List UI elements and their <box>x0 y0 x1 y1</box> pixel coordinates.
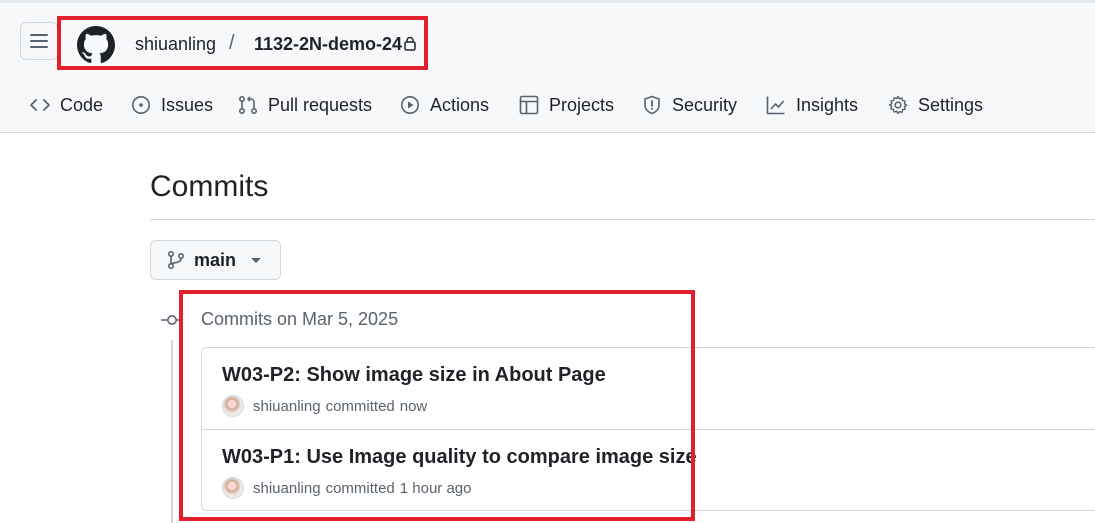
tab-code[interactable]: Code <box>30 88 103 122</box>
commit-meta: shiuanling committed now <box>222 395 427 417</box>
graph-icon <box>766 96 785 115</box>
issue-opened-icon <box>132 96 150 114</box>
commit-author-link[interactable]: shiuanling <box>253 480 321 497</box>
commit-title-link[interactable]: W03-P2: Show image size in About Page <box>222 364 606 387</box>
tab-label: Actions <box>430 94 490 115</box>
gear-icon <box>888 95 908 115</box>
tab-label: Security <box>672 94 738 115</box>
git-commit-icon <box>161 315 183 325</box>
tab-issues[interactable]: Issues <box>131 88 213 122</box>
tab-actions[interactable]: Actions <box>400 88 489 122</box>
commit-list: W03-P2: Show image size in About Page sh… <box>201 347 1095 511</box>
avatar[interactable] <box>222 477 244 499</box>
hamburger-icon <box>30 34 48 48</box>
shield-icon <box>644 95 660 115</box>
tab-label: Issues <box>161 94 214 115</box>
commit-meta: shiuanling committed 1 hour ago <box>222 477 471 499</box>
avatar[interactable] <box>222 395 244 417</box>
commit-author-link[interactable]: shiuanling <box>253 398 321 415</box>
tab-label: Settings <box>918 94 984 115</box>
tab-settings[interactable]: Settings <box>888 88 983 122</box>
branch-name: main <box>194 249 237 270</box>
tab-projects[interactable]: Projects <box>519 88 614 122</box>
commit-group-date: Commits on Mar 5, 2025 <box>201 309 399 329</box>
commit-time: now <box>399 397 428 415</box>
tab-label: Projects <box>549 94 615 115</box>
chevron-down-icon <box>251 257 262 263</box>
hamburger-menu-button[interactable] <box>20 22 58 60</box>
timeline-line <box>171 340 173 523</box>
git-branch-icon <box>167 250 185 270</box>
play-icon <box>401 96 419 114</box>
tab-label: Insights <box>796 94 859 115</box>
commit-row[interactable]: W03-P2: Show image size in About Page sh… <box>202 348 1095 429</box>
tab-security[interactable]: Security <box>642 88 737 122</box>
page-title: Commits <box>150 170 269 203</box>
tab-insights[interactable]: Insights <box>766 88 858 122</box>
breadcrumb-highlight-box <box>57 16 428 70</box>
table-icon <box>519 95 539 115</box>
git-pull-request-icon <box>238 95 258 115</box>
tab-label: Pull requests <box>268 94 373 115</box>
commit-title-link[interactable]: W03-P1: Use Image quality to compare ima… <box>222 446 697 469</box>
tab-label: Code <box>60 94 104 115</box>
commit-action: committed <box>325 479 395 497</box>
branch-selector-button[interactable]: main <box>150 240 281 280</box>
commit-row[interactable]: W03-P1: Use Image quality to compare ima… <box>202 429 1095 511</box>
title-divider <box>150 219 1095 220</box>
commit-time: 1 hour ago <box>399 479 472 497</box>
commit-action: committed <box>325 397 395 415</box>
tab-pull-requests[interactable]: Pull requests <box>238 88 372 122</box>
code-icon <box>30 99 50 111</box>
